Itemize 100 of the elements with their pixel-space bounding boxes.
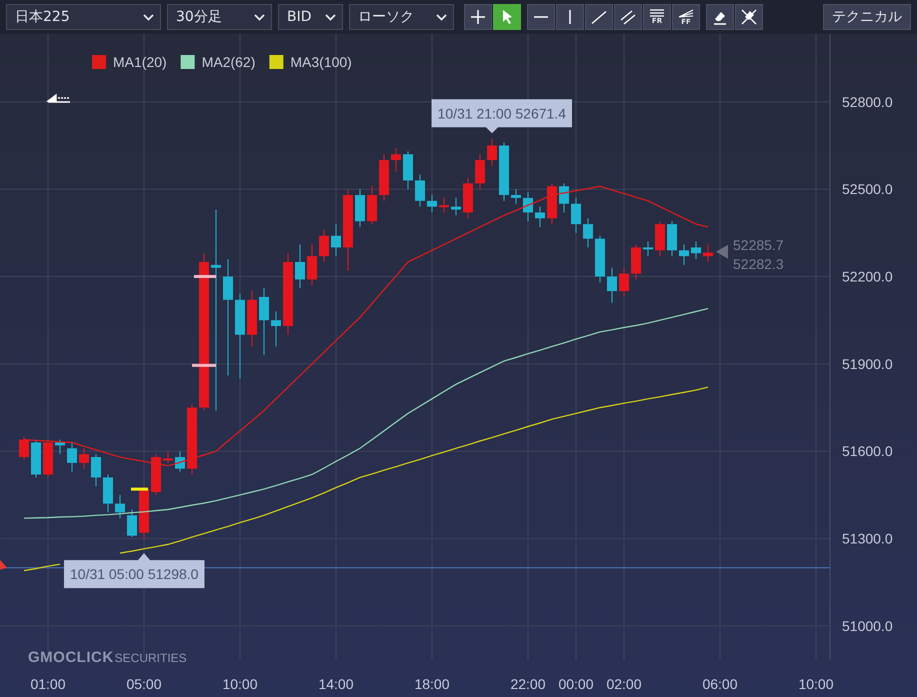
- fan-lines-icon: [678, 8, 694, 18]
- candlestick: [703, 244, 713, 262]
- candlestick: [655, 220, 665, 257]
- candlestick: [547, 182, 557, 225]
- candlestick: [691, 241, 701, 260]
- time-axis-label: 14:00: [318, 676, 354, 692]
- candlestick: [667, 220, 677, 257]
- candlestick: [391, 148, 401, 172]
- candlestick: [535, 206, 545, 228]
- candlestick: [631, 244, 641, 280]
- candlestick: [487, 138, 497, 166]
- candlestick: [43, 439, 53, 478]
- candlestick: [259, 288, 269, 356]
- candlestick: [367, 186, 377, 225]
- candlestick: [679, 244, 689, 266]
- candlestick: [439, 197, 449, 213]
- candlestick: [463, 177, 473, 219]
- candlestick: [475, 154, 485, 190]
- candlestick: [19, 436, 29, 460]
- candlestick: [115, 494, 125, 519]
- dropdown[interactable]: 30分足: [167, 4, 272, 30]
- candlestick: [427, 194, 437, 213]
- candlestick: [355, 188, 365, 228]
- candlestick: [619, 267, 629, 298]
- candlestick: [139, 486, 149, 540]
- candlestick: [295, 244, 305, 289]
- price-axis-label: 52500.0: [842, 181, 893, 198]
- marker-line: [192, 364, 216, 367]
- tooltip-label: 10/31 05:00 51298.0: [70, 566, 198, 582]
- time-axis-label: 22:00: [510, 676, 546, 692]
- marker-line: [131, 488, 148, 491]
- dropdown[interactable]: BID: [278, 4, 343, 30]
- price-marker-icon: [716, 244, 728, 259]
- technical-button[interactable]: テクニカル: [823, 4, 911, 30]
- candlestick: [55, 439, 65, 455]
- candlestick: [175, 450, 185, 472]
- candlestick: [511, 188, 521, 204]
- candlestick: [415, 174, 425, 208]
- caret-icon: [436, 14, 447, 20]
- trend-line-icon: [591, 10, 607, 24]
- caret-icon: [254, 14, 265, 20]
- candlestick: [127, 508, 137, 538]
- price-axis-label: 52200.0: [842, 268, 893, 285]
- tool-button[interactable]: [614, 4, 642, 30]
- tool-button[interactable]: [735, 4, 763, 30]
- candlestick: [607, 267, 617, 304]
- price-label: 52285.7: [733, 236, 784, 253]
- candlestick: [163, 450, 173, 464]
- legend-toggle-icon[interactable]: [47, 94, 71, 103]
- tool-button[interactable]: [585, 4, 613, 30]
- candlestick: [571, 197, 581, 234]
- eraser-cross-icon: [741, 9, 757, 25]
- vertical-line-icon: [569, 10, 571, 24]
- time-axis-label: 10:00: [222, 676, 258, 692]
- time-axis-label: 00:00: [558, 676, 594, 692]
- parallel-lines-icon: [620, 10, 636, 24]
- candlestick: [103, 474, 113, 513]
- price-marker-icon: [0, 560, 7, 570]
- retracement-lines-icon: [649, 9, 665, 17]
- candlestick: [187, 404, 197, 476]
- price-axis-label: 51300.0: [842, 530, 893, 547]
- time-axis-label: 05:00: [126, 676, 162, 692]
- candlestick: [523, 192, 533, 222]
- candlestick: [643, 241, 653, 257]
- legend-label: MA3(100): [290, 54, 352, 70]
- candlestick: [31, 439, 41, 478]
- time-axis-label: 02:00: [606, 676, 642, 692]
- marker-line: [194, 275, 216, 278]
- candlestick: [583, 218, 593, 248]
- candlestick: [499, 142, 509, 202]
- candlestick: [403, 150, 413, 190]
- candlestick: [271, 310, 281, 347]
- candlestick: [79, 448, 89, 470]
- candlestick: [379, 154, 389, 202]
- candlestick: [559, 182, 569, 213]
- candlestick: [247, 290, 257, 347]
- legend-label: MA2(62): [202, 54, 256, 70]
- horizontal-line-icon: [534, 16, 548, 18]
- time-axis-label: 06:00: [702, 676, 738, 692]
- dropdown[interactable]: 日本225: [6, 4, 161, 30]
- dropdown[interactable]: ローソク: [349, 4, 454, 30]
- time-axis-label: 01:00: [30, 676, 66, 692]
- eraser-icon: [712, 10, 728, 24]
- candlestick: [307, 244, 317, 286]
- crosshair-icon: [470, 9, 486, 25]
- caret-icon: [143, 14, 154, 20]
- candlestick: [151, 454, 161, 496]
- candlestick: [595, 235, 605, 283]
- tooltip-label: 10/31 21:00 52671.4: [438, 105, 566, 122]
- candlestick: [331, 224, 341, 257]
- caret-icon: [325, 14, 336, 20]
- candlestick: [319, 229, 329, 262]
- candlestick: [451, 197, 461, 216]
- time-axis-label: 18:00: [414, 676, 450, 692]
- candlestick: [67, 442, 77, 472]
- price-axis-label: 51900.0: [842, 356, 893, 372]
- tool-button[interactable]: [464, 4, 492, 30]
- tool-button[interactable]: [706, 4, 734, 30]
- price-axis-label: 51000.0: [842, 618, 893, 634]
- brand-logo: GMOCLICKSECURITIES: [28, 649, 187, 666]
